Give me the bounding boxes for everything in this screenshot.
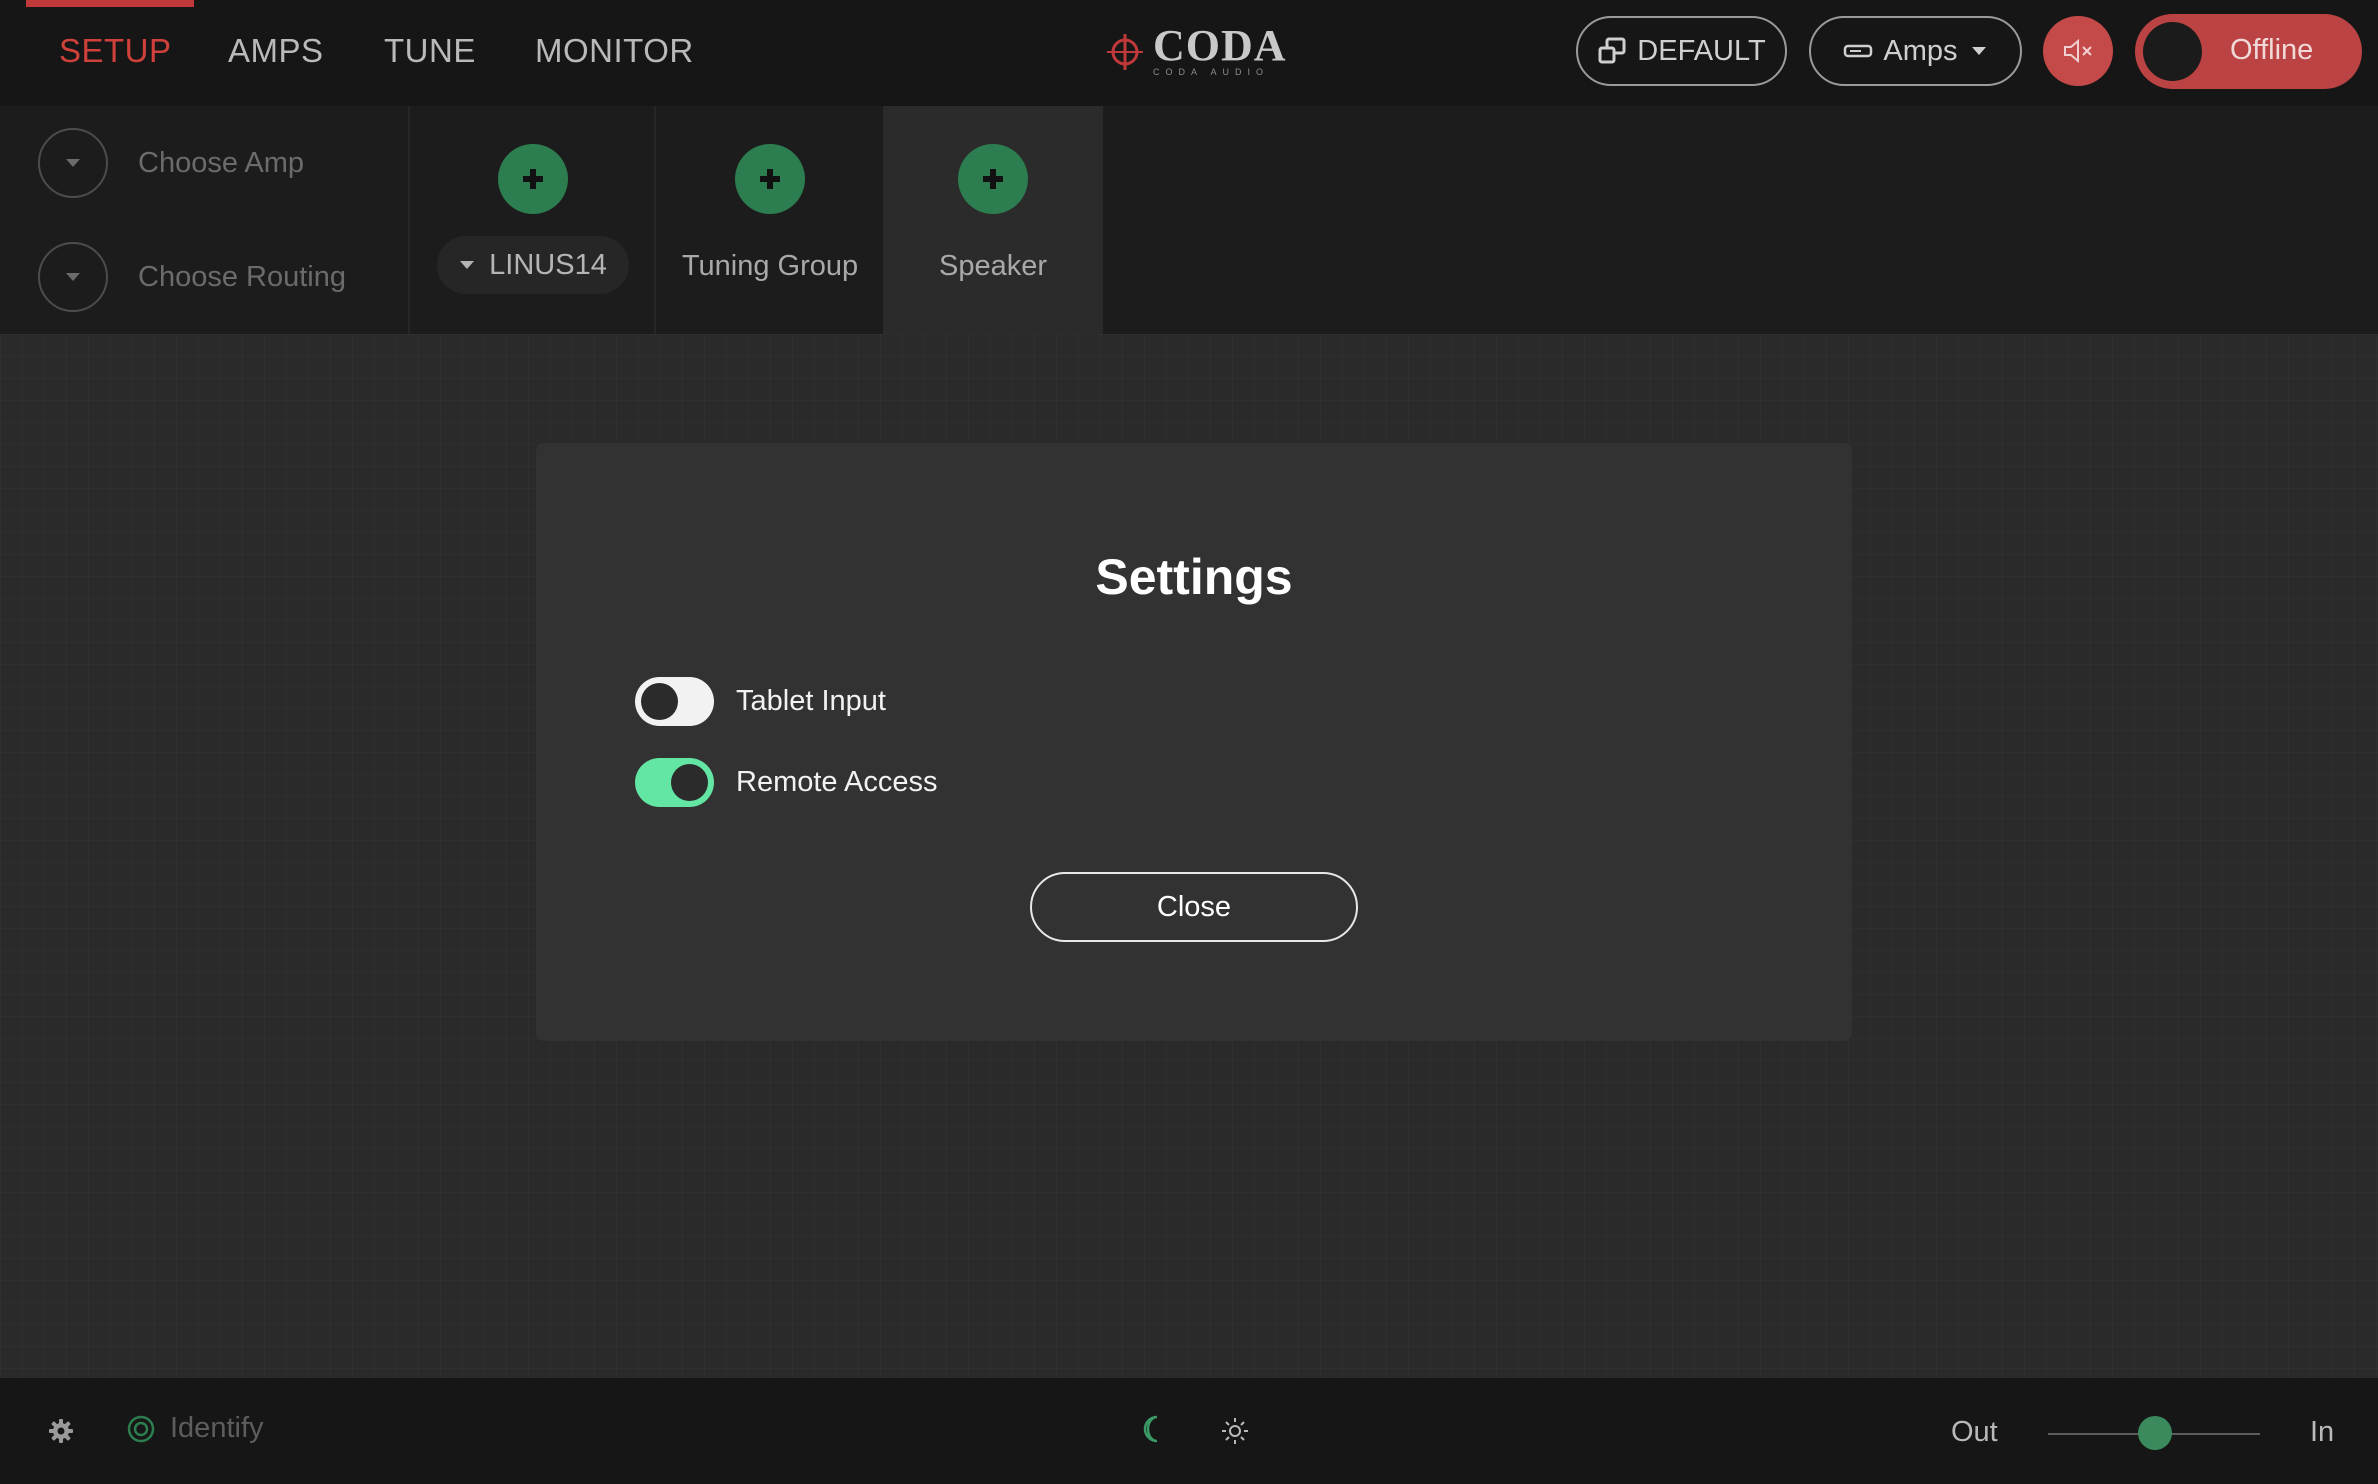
choose-amp-label: Choose Amp — [138, 146, 305, 179]
logo-subtitle: CODA AUDIO — [1153, 67, 1270, 77]
out-label: Out — [1951, 1416, 1998, 1448]
bottom-bar: Identify Out In — [0, 1378, 2378, 1484]
tablet-input-switch[interactable] — [635, 677, 714, 726]
choose-amp-dropdown[interactable]: Choose Amp — [38, 128, 304, 198]
caret-down-icon — [66, 159, 80, 167]
amps-dropdown[interactable]: Amps — [1809, 16, 2022, 86]
add-amp-button[interactable] — [498, 144, 568, 214]
caret-down-icon — [1971, 47, 1986, 55]
amp-model-label: LINUS14 — [489, 248, 607, 281]
identify-button[interactable]: Identify — [126, 1412, 264, 1445]
amps-dropdown-label: Amps — [1883, 34, 1958, 67]
io-slider-thumb[interactable] — [2138, 1416, 2172, 1450]
tablet-input-setting[interactable]: Tablet Input — [635, 677, 886, 726]
offline-label: Offline — [2230, 34, 2314, 66]
plus-icon — [983, 169, 1003, 189]
default-button[interactable]: DEFAULT — [1576, 16, 1787, 86]
tab-setup[interactable]: SETUP — [59, 32, 172, 70]
device-bar: Choose Amp Choose Routing LINUS14 Tuning… — [0, 106, 2378, 334]
toggle-knob — [2143, 22, 2202, 81]
light-mode-button[interactable] — [1220, 1416, 1250, 1446]
settings-button[interactable] — [48, 1418, 74, 1444]
dark-mode-button[interactable] — [1138, 1414, 1168, 1444]
remote-access-switch[interactable] — [635, 758, 714, 807]
choose-routing-dropdown[interactable]: Choose Routing — [38, 242, 346, 312]
speaker-slot: Speaker — [883, 106, 1103, 334]
default-button-label: DEFAULT — [1637, 34, 1766, 67]
switch-knob — [641, 683, 678, 720]
choose-amp-toggle[interactable] — [38, 128, 108, 198]
mute-button[interactable] — [2043, 16, 2113, 86]
plus-icon — [523, 169, 543, 189]
add-speaker-button[interactable] — [958, 144, 1028, 214]
sun-icon — [1222, 1418, 1248, 1444]
logo-crosshair-icon — [1107, 34, 1143, 70]
coda-logo: CODA CODA AUDIO — [1105, 24, 1287, 80]
tuning-group-label: Tuning Group — [681, 250, 859, 282]
caret-down-icon — [66, 273, 80, 281]
amp-model-dropdown[interactable]: LINUS14 — [437, 236, 629, 294]
tab-tune[interactable]: TUNE — [384, 32, 476, 70]
tablet-input-label: Tablet Input — [736, 685, 886, 717]
amp-slot: LINUS14 — [412, 106, 656, 334]
switch-knob — [671, 764, 708, 801]
online-offline-toggle[interactable]: Offline — [2135, 14, 2362, 89]
add-tuning-group-button[interactable] — [735, 144, 805, 214]
gear-icon — [49, 1419, 73, 1443]
speaker-label: Speaker — [938, 250, 1047, 282]
logo-wordmark: CODA — [1153, 21, 1287, 70]
amp-rack-icon — [1844, 44, 1873, 58]
plus-icon — [760, 169, 780, 189]
choose-routing-toggle[interactable] — [38, 242, 108, 312]
top-bar: SETUP AMPS TUNE MONITOR CODA CODA AUDIO … — [0, 0, 2378, 106]
identify-label: Identify — [170, 1412, 264, 1444]
remote-access-label: Remote Access — [736, 766, 938, 798]
tab-monitor[interactable]: MONITOR — [535, 32, 694, 70]
dialog-title: Settings — [1095, 549, 1293, 605]
tuning-group-slot: Tuning Group — [658, 106, 882, 334]
tab-amps[interactable]: AMPS — [228, 32, 324, 70]
speaker-mute-icon — [2064, 38, 2092, 64]
remote-access-setting[interactable]: Remote Access — [635, 758, 937, 807]
chooser-panel: Choose Amp Choose Routing — [0, 106, 410, 334]
caret-down-icon — [460, 261, 475, 269]
settings-dialog: Settings Tablet Input Remote Access Clos… — [536, 443, 1852, 1041]
choose-routing-label: Choose Routing — [138, 260, 346, 293]
target-icon — [127, 1415, 155, 1442]
close-button[interactable]: Close — [1030, 872, 1358, 942]
active-tab-indicator — [26, 0, 194, 7]
windows-icon — [1598, 37, 1626, 64]
in-label: In — [2310, 1416, 2335, 1448]
moon-icon — [1143, 1415, 1158, 1443]
